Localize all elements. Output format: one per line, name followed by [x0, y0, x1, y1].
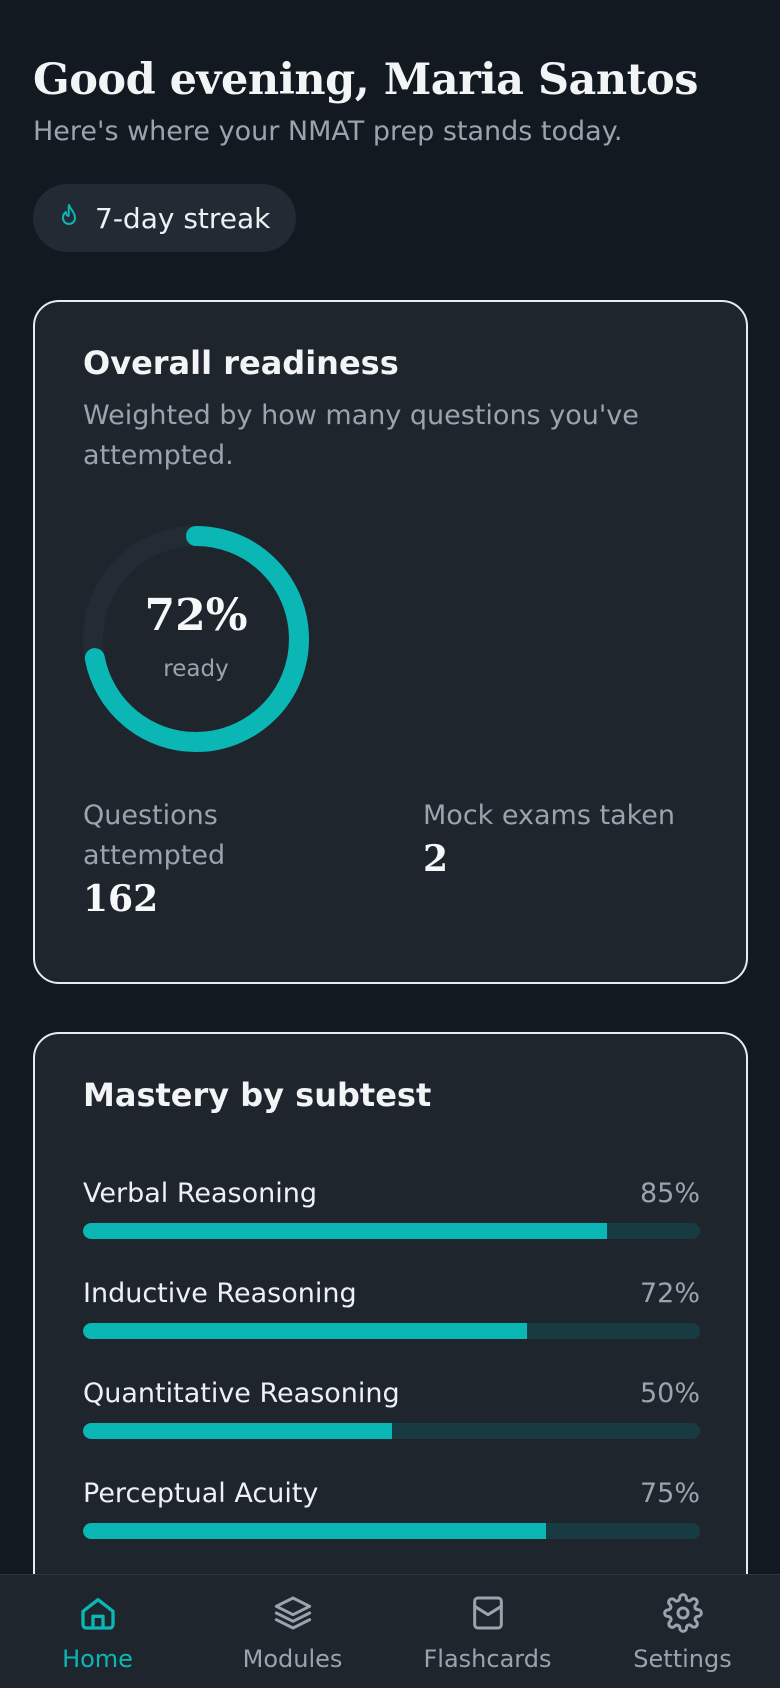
gear-icon	[662, 1593, 703, 1637]
subtest-progress-fill	[83, 1523, 546, 1539]
home-icon	[78, 1593, 118, 1637]
subtest-inductive[interactable]: Inductive Reasoning 72%	[83, 1278, 700, 1339]
tab-home[interactable]: Home	[0, 1575, 195, 1688]
stat-value: 162	[83, 878, 159, 920]
stat-value: 2	[423, 838, 449, 880]
subtest-progress-bar	[83, 1323, 700, 1339]
subtest-name: Quantitative Reasoning	[83, 1378, 400, 1409]
stat-label: Mock exams taken	[423, 800, 676, 831]
layers-icon	[273, 1593, 313, 1637]
subtest-progress-fill	[83, 1423, 392, 1439]
dashboard-screen: Good evening, Maria Santos Here's where …	[0, 0, 780, 1688]
tab-modules[interactable]: Modules	[195, 1575, 390, 1688]
subtest-perceptual[interactable]: Perceptual Acuity 75%	[83, 1478, 700, 1539]
readiness-title: Overall readiness	[83, 344, 399, 382]
tab-label: Settings	[633, 1645, 732, 1673]
card-box-icon	[468, 1593, 508, 1637]
subtest-percent: 72%	[639, 1278, 700, 1309]
header: Good evening, Maria Santos Here's where …	[33, 48, 753, 152]
greeting-heading: Good evening, Maria Santos	[33, 55, 698, 105]
questions-attempted-stat: Questions attempted 162	[83, 796, 343, 920]
tab-label: Home	[62, 1645, 133, 1673]
subtest-quantitative[interactable]: Quantitative Reasoning 50%	[83, 1378, 700, 1439]
streak-badge[interactable]: 7-day streak	[33, 184, 296, 252]
streak-label: 7-day streak	[95, 201, 271, 235]
flame-icon	[57, 202, 81, 234]
greeting-subtitle: Here's where your NMAT prep stands today…	[33, 116, 623, 147]
tab-label: Modules	[242, 1645, 343, 1673]
readiness-card: Overall readiness Weighted by how many q…	[33, 300, 748, 984]
subtest-progress-bar	[83, 1523, 700, 1539]
subtest-verbal[interactable]: Verbal Reasoning 85%	[83, 1178, 700, 1239]
tab-flashcards[interactable]: Flashcards	[390, 1575, 585, 1688]
tab-label: Flashcards	[423, 1645, 552, 1673]
tab-settings[interactable]: Settings	[585, 1575, 780, 1688]
subtest-name: Perceptual Acuity	[83, 1478, 319, 1509]
stat-label: Questions attempted	[83, 800, 226, 871]
subtest-progress-fill	[83, 1323, 528, 1339]
mastery-title: Mastery by subtest	[83, 1076, 432, 1114]
subtest-name: Inductive Reasoning	[83, 1278, 357, 1309]
subtest-progress-fill	[83, 1223, 608, 1239]
bottom-tab-bar: Home Modules Flashcards Settings	[0, 1574, 780, 1688]
readiness-description: Weighted by how many questions you've at…	[83, 400, 639, 471]
readiness-caption: ready	[163, 656, 229, 682]
subtest-progress-bar	[83, 1223, 700, 1239]
mock-exams-stat: Mock exams taken 2	[423, 796, 723, 880]
subtest-name: Verbal Reasoning	[83, 1178, 318, 1209]
subtest-progress-bar	[83, 1423, 700, 1439]
subtest-percent: 50%	[639, 1378, 700, 1409]
readiness-percent: 72%	[144, 590, 248, 641]
subtest-percent: 85%	[639, 1178, 700, 1209]
subtest-percent: 75%	[639, 1478, 700, 1509]
